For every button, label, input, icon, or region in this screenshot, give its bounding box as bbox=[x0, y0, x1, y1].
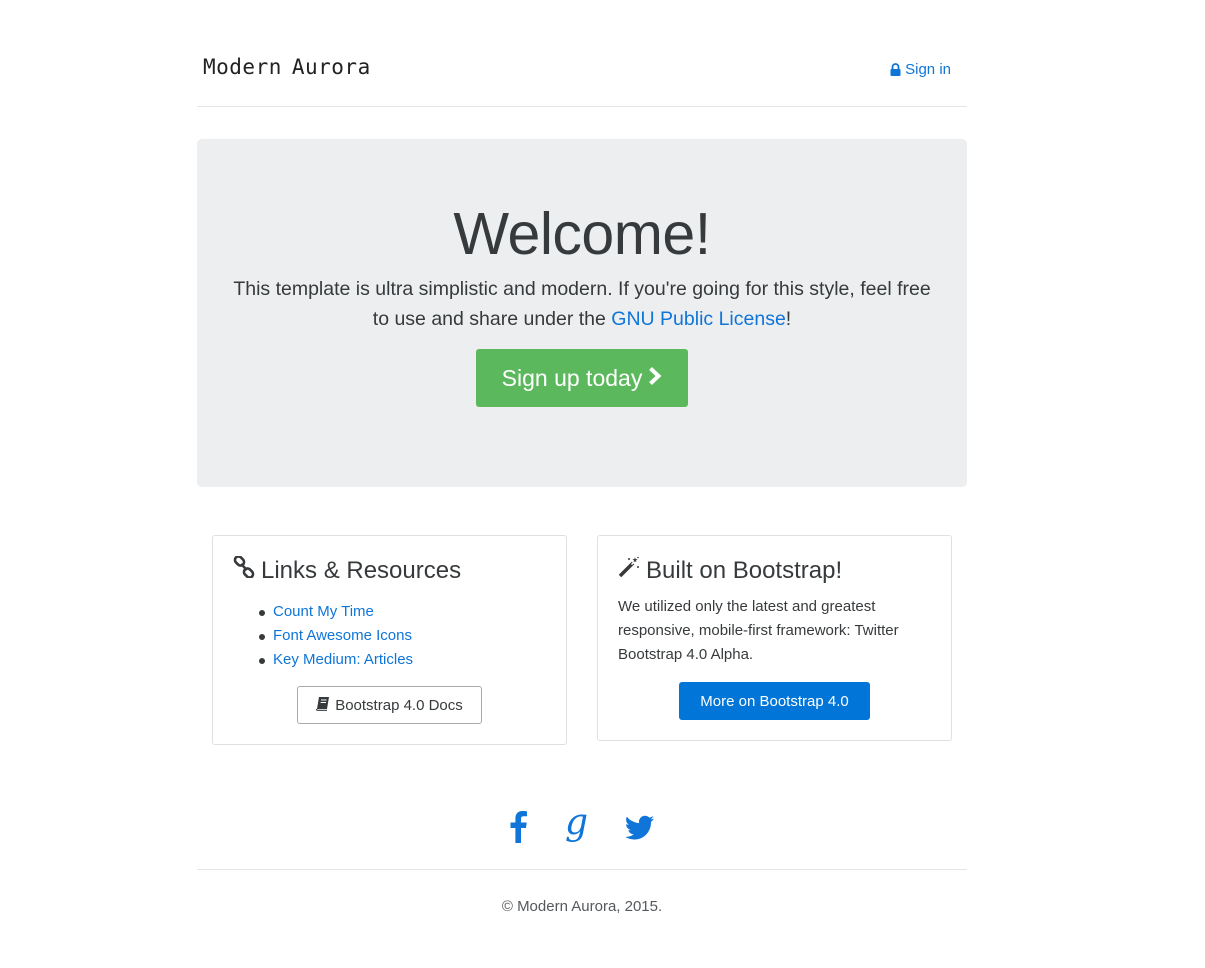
links-resources-card: Links & Resources Count My Time Font Awe… bbox=[212, 535, 567, 745]
key-medium-articles-link[interactable]: Key Medium: Articles bbox=[273, 651, 413, 668]
links-card-title-text: Links & Resources bbox=[261, 556, 462, 584]
brand-logo[interactable]: Modern Aurora bbox=[203, 55, 371, 79]
social-links: g bbox=[0, 802, 1205, 851]
brand-word-1: Modern bbox=[203, 55, 282, 79]
site-footer: © Modern Aurora, 2015. bbox=[197, 869, 967, 968]
bootstrap-docs-button[interactable]: Bootstrap 4.0 Docs bbox=[297, 686, 482, 724]
svg-text:g: g bbox=[565, 810, 588, 843]
list-item: Key Medium: Articles bbox=[258, 648, 413, 672]
bootstrap-card-title-text: Built on Bootstrap! bbox=[646, 556, 843, 584]
copyright-text: © Modern Aurora, 2015. bbox=[501, 898, 663, 915]
sign-up-label: Sign up today bbox=[501, 364, 643, 391]
facebook-icon[interactable] bbox=[508, 810, 528, 849]
bootstrap-docs-label: Bootstrap 4.0 Docs bbox=[335, 696, 463, 714]
lead-text: This template is ultra simplistic and mo… bbox=[233, 278, 931, 330]
bootstrap-card-text: We utilized only the latest and greatest… bbox=[618, 598, 899, 663]
sign-in-link[interactable]: Sign in bbox=[890, 61, 951, 78]
google-icon[interactable]: g bbox=[563, 802, 589, 851]
lead-end: ! bbox=[785, 308, 792, 330]
bootstrap-card: Built on Bootstrap! We utilized only the… bbox=[597, 535, 952, 741]
sign-in-label: Sign in bbox=[905, 61, 951, 78]
bootstrap-card-title: Built on Bootstrap! bbox=[618, 556, 842, 585]
magic-wand-icon bbox=[618, 556, 640, 585]
list-item: Font Awesome Icons bbox=[258, 624, 413, 648]
book-icon bbox=[316, 696, 330, 715]
welcome-title: Welcome! bbox=[453, 201, 711, 267]
twitter-icon[interactable] bbox=[624, 810, 656, 849]
more-on-bootstrap-button[interactable]: More on Bootstrap 4.0 bbox=[679, 682, 870, 720]
brand-word-2: Aurora bbox=[291, 55, 371, 79]
lock-icon bbox=[890, 63, 901, 76]
chevron-right-icon bbox=[648, 365, 662, 392]
chain-link-icon bbox=[233, 555, 255, 585]
sign-up-button[interactable]: Sign up today bbox=[476, 349, 688, 407]
gnu-license-link[interactable]: GNU Public License bbox=[611, 308, 786, 330]
resource-list: Count My Time Font Awesome Icons Key Med… bbox=[258, 600, 413, 672]
links-card-title: Links & Resources bbox=[233, 555, 462, 585]
count-my-time-link[interactable]: Count My Time bbox=[273, 603, 374, 620]
font-awesome-icons-link[interactable]: Font Awesome Icons bbox=[273, 627, 412, 644]
site-header: Modern Aurora Sign in bbox=[197, 0, 967, 107]
welcome-jumbotron: Welcome! This template is ultra simplist… bbox=[197, 139, 967, 487]
list-item: Count My Time bbox=[258, 600, 413, 624]
welcome-lead: This template is ultra simplistic and mo… bbox=[225, 274, 939, 334]
